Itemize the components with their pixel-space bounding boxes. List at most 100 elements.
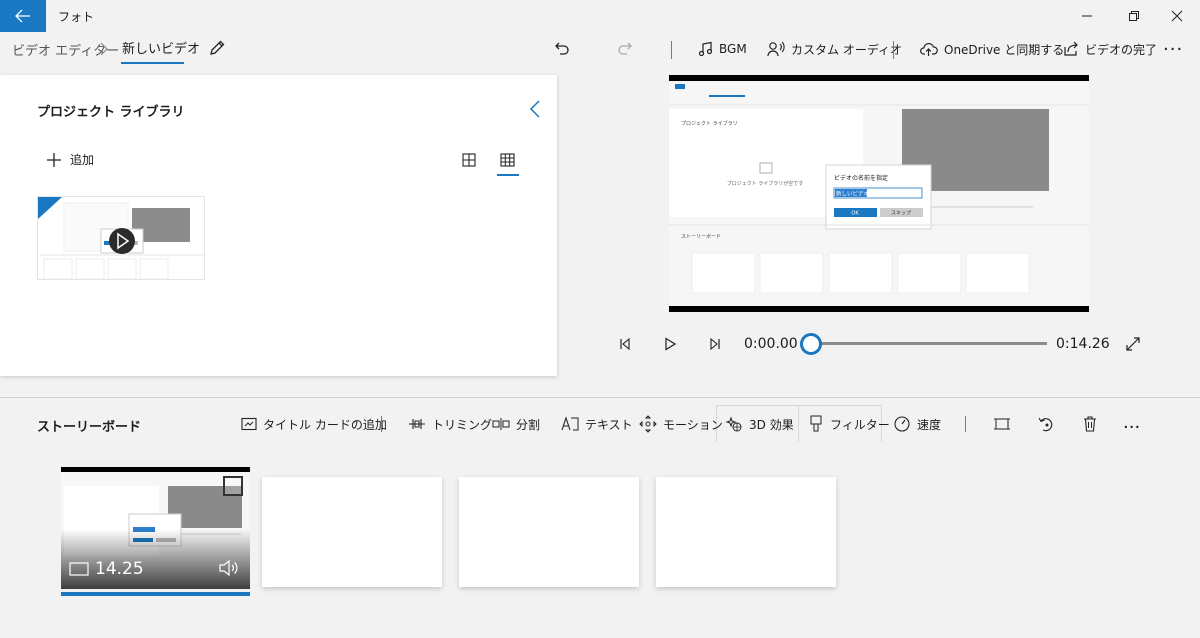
minimize-icon: [1082, 15, 1092, 17]
brush-filter-icon: [810, 415, 822, 432]
preview-frame: プロジェクト ライブラリ プロジェクト ライブラリが空です ビデオの名前を指定 …: [669, 81, 1089, 306]
filter-label: フィルター: [830, 417, 890, 432]
preview-dialog-input: 新しいビデオ: [836, 190, 869, 198]
arrow-left-icon: [15, 9, 30, 23]
redo-button[interactable]: [611, 36, 639, 62]
speed-label: 速度: [917, 417, 942, 432]
undo-icon: [555, 42, 569, 55]
back-button[interactable]: [0, 0, 46, 32]
speedometer-icon: [894, 416, 910, 432]
title-bar: フォト: [0, 0, 1200, 32]
trim-icon: [409, 419, 425, 429]
text-button[interactable]: テキスト: [561, 412, 633, 436]
add-title-card-button[interactable]: タイトル カードの追加: [241, 412, 387, 436]
split-label: 分割: [516, 417, 541, 432]
grid-small-icon[interactable]: [497, 151, 519, 169]
close-icon: [1171, 10, 1183, 22]
chevron-left-icon[interactable]: [528, 99, 542, 119]
3d-effects-label: 3D 効果: [749, 417, 794, 432]
speed-button[interactable]: 速度: [893, 412, 941, 436]
breadcrumb-current[interactable]: 新しいビデオ: [122, 38, 200, 57]
preview-dialog-title: ビデオの名前を指定: [834, 174, 888, 182]
empty-storyboard-slot[interactable]: [656, 477, 836, 587]
motion-button[interactable]: モーション: [639, 412, 723, 436]
current-time: 0:00.00: [744, 336, 798, 352]
fullscreen-button[interactable]: [1121, 333, 1145, 355]
video-preview[interactable]: プロジェクト ライブラリ プロジェクト ライブラリが空です ビデオの名前を指定 …: [669, 75, 1089, 312]
rotate-button[interactable]: [1034, 412, 1058, 436]
seek-thumb[interactable]: [800, 333, 822, 355]
trim-label: トリミング: [432, 417, 493, 432]
command-bar: ビデオ エディター 新しいビデオ BGM カスタム オーディオ OneDrive…: [0, 32, 1200, 68]
close-button[interactable]: [1154, 0, 1200, 32]
play-button[interactable]: [658, 333, 682, 355]
add-title-card-label: タイトル カードの追加: [263, 417, 387, 432]
bgm-button[interactable]: BGM: [697, 37, 747, 61]
add-media-button[interactable]: 追加: [46, 151, 94, 168]
trim-button[interactable]: トリミング: [408, 412, 492, 436]
add-media-label: 追加: [70, 153, 95, 167]
previous-frame-button[interactable]: [613, 333, 637, 355]
more-options-button[interactable]: ...: [1163, 34, 1183, 55]
library-title: プロジェクト ライブラリ: [37, 105, 185, 120]
clip-select-checkbox[interactable]: [223, 476, 243, 496]
custom-audio-label: カスタム オーディオ: [791, 42, 902, 57]
plus-icon: [47, 152, 61, 167]
delete-button[interactable]: [1078, 412, 1102, 436]
music-note-icon: [698, 41, 713, 57]
clip-frame-icon: [69, 562, 89, 576]
title-card-icon: [241, 417, 257, 431]
library-video-thumbnail[interactable]: [37, 196, 205, 280]
expand-icon: [1126, 337, 1140, 351]
toolbar-separator: [893, 41, 894, 59]
play-icon: [665, 337, 677, 351]
view-toggle-underline: [497, 174, 519, 176]
pencil-icon[interactable]: [208, 39, 226, 57]
onedrive-sync-button[interactable]: OneDrive と同期する: [920, 37, 1064, 61]
rotate-icon: [1038, 417, 1053, 432]
storyboard-clip[interactable]: 14.25: [61, 467, 250, 589]
speaker-volume-icon[interactable]: [218, 559, 240, 577]
breadcrumb-underline: [121, 62, 184, 64]
bgm-label: BGM: [719, 42, 747, 56]
storyboard-more-button[interactable]: ...: [1123, 410, 1140, 434]
clip-selection-indicator: [61, 592, 250, 596]
split-button[interactable]: 分割: [492, 412, 540, 436]
preview-inner-storyboard: ストーリーボード: [681, 233, 721, 240]
app-title: フォト: [58, 10, 95, 24]
toolbar-separator: [671, 41, 672, 59]
grid-large-icon[interactable]: [460, 151, 478, 169]
minimize-button[interactable]: [1064, 0, 1110, 32]
empty-storyboard-slot[interactable]: [262, 477, 442, 587]
sparkle-3d-icon: [725, 416, 742, 432]
total-time: 0:14.26: [1056, 336, 1110, 352]
clip-duration: 14.25: [95, 559, 144, 579]
restore-icon: [1129, 11, 1139, 21]
thumbnail-image: [38, 197, 204, 279]
finish-video-button[interactable]: ビデオの完了: [1063, 37, 1157, 61]
trash-icon: [1084, 416, 1096, 432]
text-icon: [561, 416, 579, 431]
redo-icon: [618, 42, 632, 55]
step-back-icon: [620, 337, 630, 351]
preview-dialog-skip: スキップ: [891, 211, 911, 217]
toolbar-separator: [965, 416, 966, 432]
restore-button[interactable]: [1111, 0, 1157, 32]
preview-content: プロジェクト ライブラリ プロジェクト ライブラリが空です ビデオの名前を指定 …: [669, 81, 1089, 306]
3d-effects-button[interactable]: 3D 効果: [725, 412, 794, 436]
crop-frame-icon: [994, 418, 1010, 430]
undo-button[interactable]: [548, 36, 576, 62]
crop-button[interactable]: [990, 412, 1014, 436]
step-forward-icon: [710, 337, 720, 351]
preview-dialog-ok: OK: [851, 211, 859, 217]
finish-video-label: ビデオの完了: [1085, 42, 1158, 57]
seek-bar[interactable]: [811, 342, 1047, 345]
onedrive-sync-label: OneDrive と同期する: [944, 42, 1065, 57]
next-frame-button[interactable]: [703, 333, 727, 355]
text-label: テキスト: [585, 417, 633, 432]
custom-audio-button[interactable]: カスタム オーディオ: [767, 37, 902, 61]
preview-inner-empty-text: プロジェクト ライブラリが空です: [727, 180, 804, 187]
filter-button[interactable]: フィルター: [808, 412, 890, 436]
empty-storyboard-slot[interactable]: [459, 477, 639, 587]
motion-label: モーション: [663, 417, 723, 432]
